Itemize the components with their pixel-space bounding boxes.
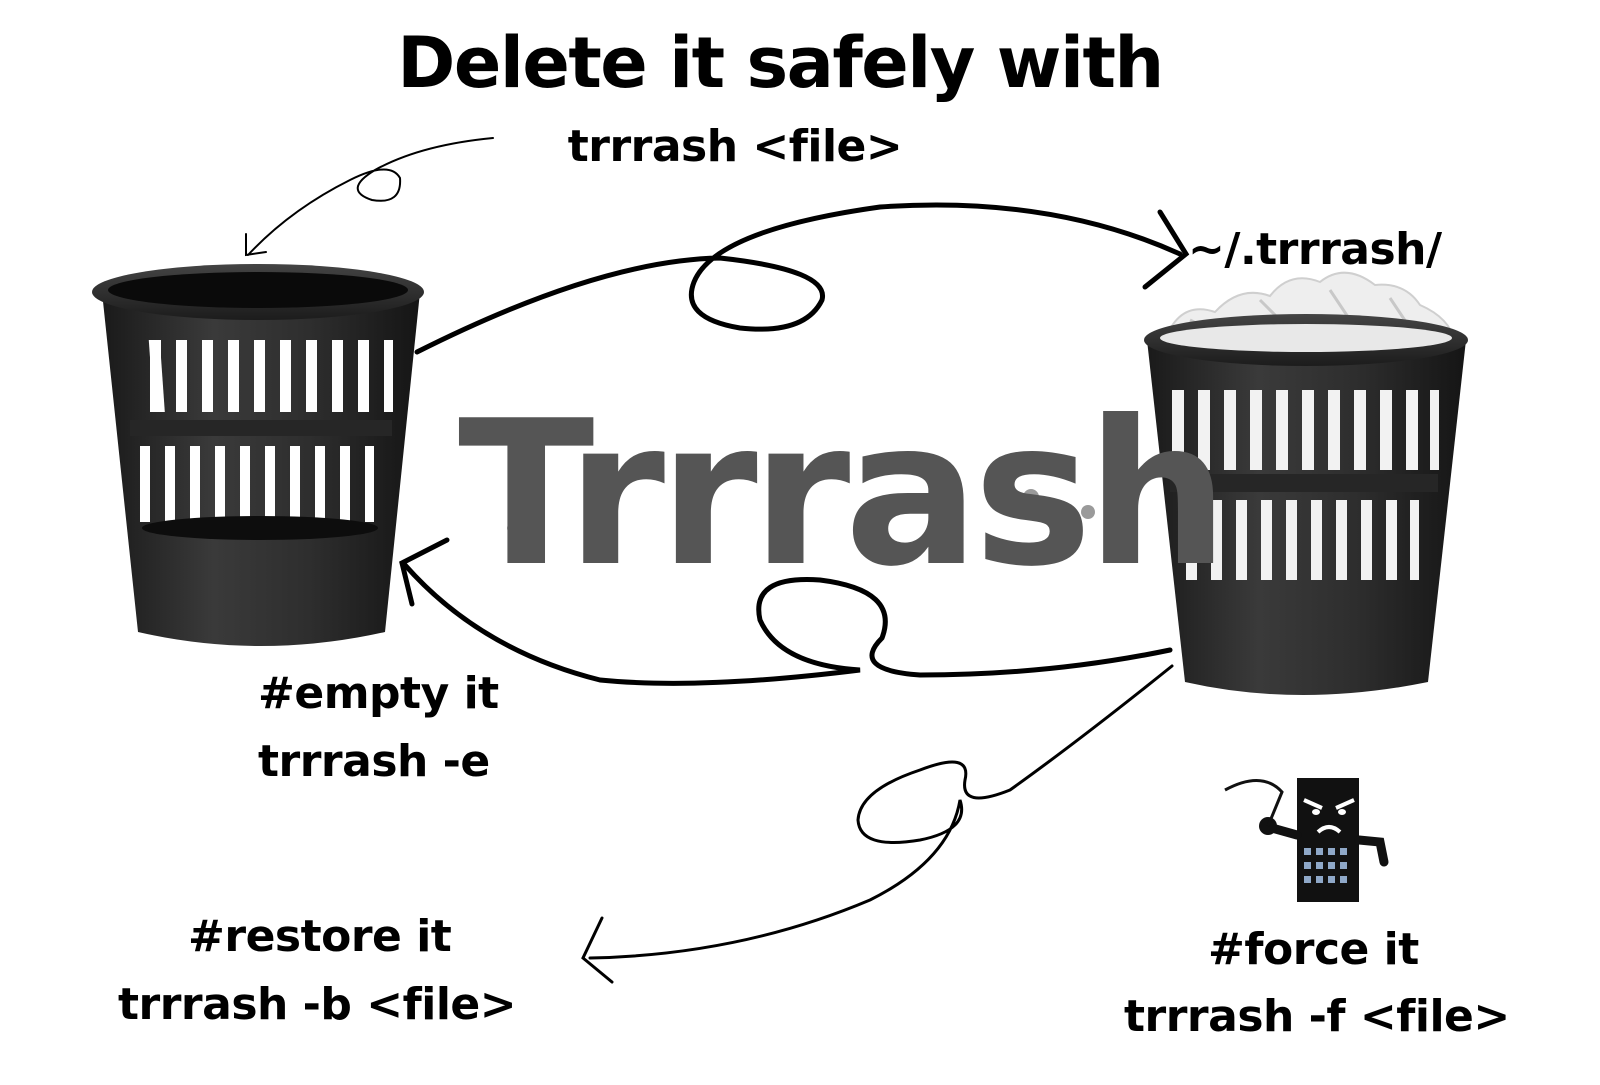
headline-title: Delete it safely with (397, 22, 1164, 104)
restore-action-command: trrrash -b <file> (118, 979, 517, 1030)
brand-title: Trrrash (458, 378, 1229, 611)
empty-action-title: #empty it (258, 668, 499, 719)
angry-building-with-whip-icon (1224, 778, 1389, 902)
restore-action-title: #restore it (188, 911, 452, 962)
empty-action-command: trrrash -e (258, 736, 490, 787)
force-action-title: #force it (1208, 924, 1419, 975)
empty-trash-bin-icon (92, 264, 424, 646)
headline-command: trrrash <file> (567, 121, 903, 172)
trash-location-label: ~/.trrrash/ (1188, 224, 1442, 275)
force-action-command: trrrash -f <file> (1124, 991, 1510, 1042)
diagram-canvas: Delete it safely with trrrash <file> ~/.… (0, 0, 1600, 1085)
